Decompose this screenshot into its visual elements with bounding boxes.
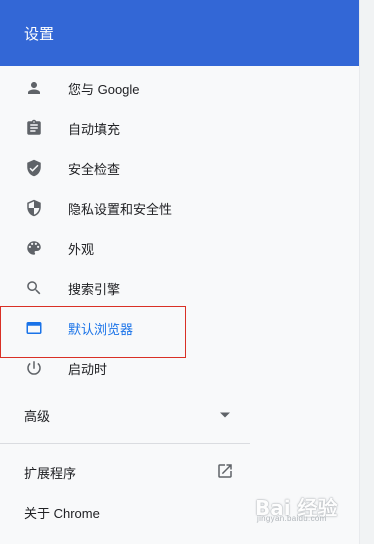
about-label: 关于 Chrome <box>24 505 100 521</box>
triangle-down-icon <box>220 408 230 423</box>
search-icon <box>24 278 44 298</box>
baidu-jingyan-watermark: Bai 经验 jingyan.baidu.com <box>255 492 351 528</box>
sidebar-item-search-engine[interactable]: 搜索引擎 <box>0 268 260 308</box>
sidebar-item-about-chrome[interactable]: 关于 Chrome <box>0 492 250 532</box>
clipboard-icon <box>24 118 44 138</box>
settings-header: 设置 <box>0 0 359 66</box>
shield-check-icon <box>24 158 44 178</box>
advanced-label: 高级 <box>24 408 51 424</box>
sidebar-item-default-browser[interactable]: 默认浏览器 <box>0 308 260 348</box>
sidebar-item-label: 隐私设置和安全性 <box>68 201 173 217</box>
sidebar-item-label: 外观 <box>68 241 95 257</box>
sidebar-item-safety-check[interactable]: 安全检查 <box>0 148 260 188</box>
sidebar-item-label: 安全检查 <box>68 161 121 177</box>
sidebar-item-label: 自动填充 <box>68 121 121 137</box>
sidebar-item-extensions[interactable]: 扩展程序 <box>0 452 250 492</box>
sidebar-item-label: 您与 Google <box>68 81 140 97</box>
shield-half-icon <box>24 198 44 218</box>
open-in-new-icon <box>216 462 234 483</box>
watermark-url: jingyan.baidu.com <box>257 514 327 523</box>
palette-icon <box>24 238 44 258</box>
sidebar-item-on-startup[interactable]: 启动时 <box>0 348 260 388</box>
sidebar-item-appearance[interactable]: 外观 <box>0 228 260 268</box>
person-icon <box>24 78 44 98</box>
sidebar-item-label: 启动时 <box>68 361 108 377</box>
advanced-section-toggle[interactable]: 高级 <box>0 395 250 435</box>
sidebar-item-autofill[interactable]: 自动填充 <box>0 108 260 148</box>
sidebar-item-label: 搜索引擎 <box>68 281 121 297</box>
divider <box>0 443 250 444</box>
sidebar-item-label: 默认浏览器 <box>68 321 134 337</box>
settings-sidebar: 您与 Google 自动填充 安全检查 隐私设置和安全性 外观 搜索引擎 默认浏… <box>0 68 260 388</box>
scrollbar-track[interactable] <box>359 0 374 544</box>
page-title: 设置 <box>24 25 55 43</box>
power-icon <box>24 358 44 378</box>
extensions-label: 扩展程序 <box>24 465 77 481</box>
browser-window-icon <box>24 318 44 338</box>
sidebar-item-privacy[interactable]: 隐私设置和安全性 <box>0 188 260 228</box>
sidebar-item-you-and-google[interactable]: 您与 Google <box>0 68 260 108</box>
